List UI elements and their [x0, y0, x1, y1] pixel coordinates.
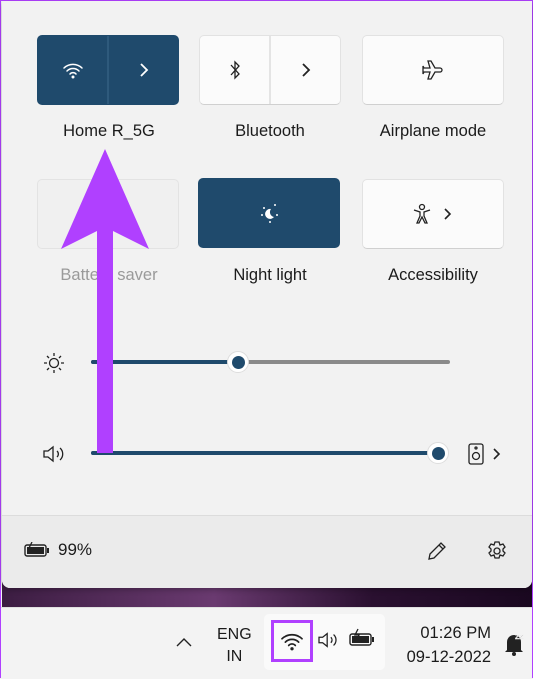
- arrow-shape: [61, 149, 149, 453]
- annotation-arrow: [61, 149, 149, 453]
